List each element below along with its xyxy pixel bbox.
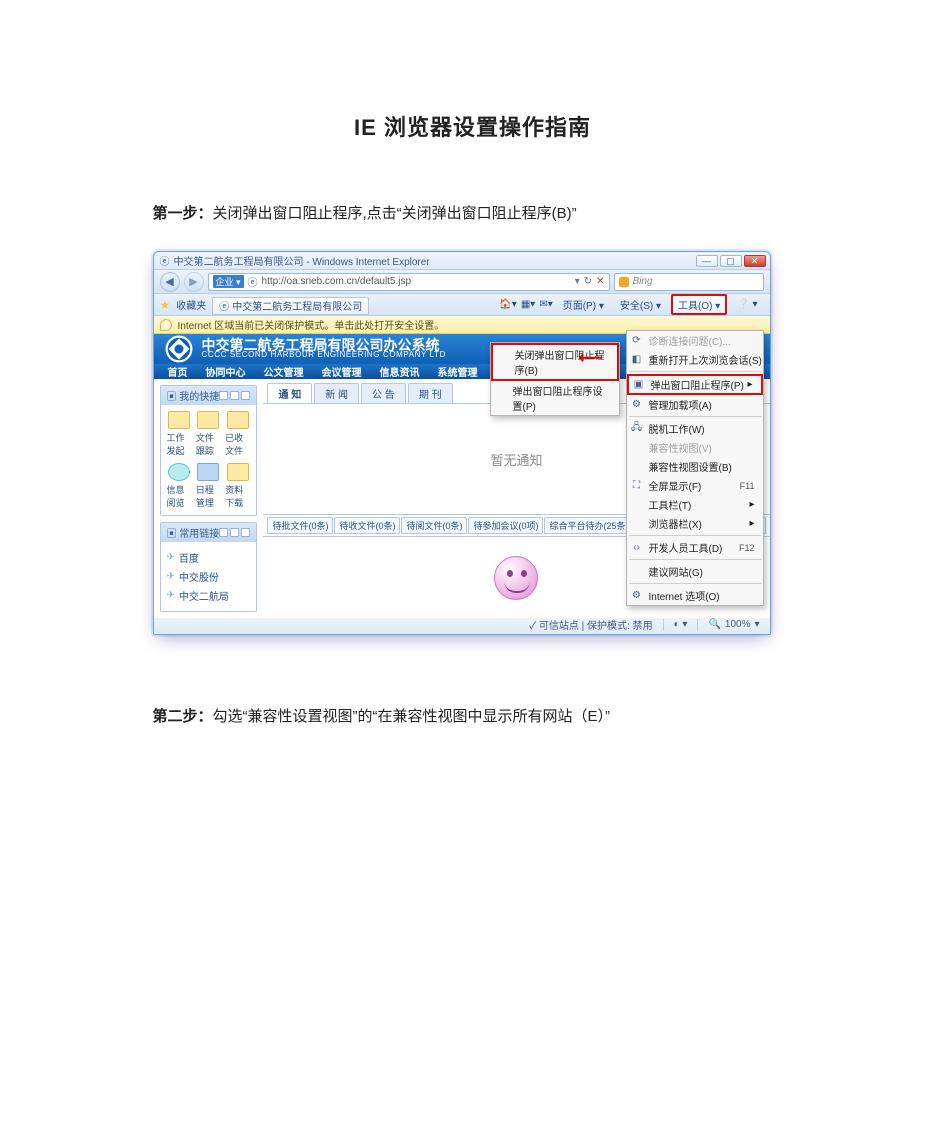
pending-tab[interactable]: 待参加会议(0项) — [468, 517, 543, 534]
status-zoom[interactable]: 🔍 100% ▾ — [708, 619, 759, 630]
site-favicon-icon: ⓔ — [248, 274, 258, 289]
menu-item-reopen-session[interactable]: ◧重新打开上次浏览会话(S) — [627, 350, 763, 369]
page-menu-button[interactable]: 页面(P) ▾ — [557, 295, 610, 314]
search-placeholder: Bing — [633, 276, 653, 287]
mail-icon[interactable]: ✉▾ — [539, 299, 552, 310]
menu-item-dev-tools[interactable]: ‹›开发人员工具(D)F12 — [627, 538, 763, 557]
pending-tab[interactable]: 待阅文件(0条) — [401, 517, 467, 534]
smiley-icon — [494, 556, 538, 600]
address-field[interactable]: 企业 ▾ ⓔ http://oa.sneb.com.cn/default5.js… — [208, 273, 610, 291]
window-close-button[interactable]: ✕ — [744, 255, 766, 267]
nav-item[interactable]: 系统管理 — [438, 364, 478, 379]
menu-item-compat-view[interactable]: 兼容性视图(V) — [627, 438, 763, 457]
tab-label: 中交第二航务工程局有限公司 — [232, 298, 362, 313]
panel-title: ▣ 我的快捷 — [167, 388, 220, 403]
safety-menu-button[interactable]: 安全(S) ▾ — [614, 295, 667, 314]
menu-item-suggested-sites[interactable]: 建议网站(G) — [627, 562, 763, 581]
shield-icon — [160, 319, 172, 331]
notice-tab[interactable]: 公 告 — [361, 383, 406, 403]
feeds-icon[interactable]: ▦▾ — [521, 299, 535, 310]
address-dropdown-icon[interactable]: ▾ — [575, 276, 580, 287]
tools-menu-button[interactable]: 工具(O) ▾ — [671, 294, 727, 315]
menu-item-toolbars[interactable]: 工具栏(T)▸ — [627, 495, 763, 514]
annotation-arrow-icon: ⟵ — [579, 348, 602, 368]
menu-item-compat-view-settings[interactable]: 兼容性视图设置(B) — [627, 457, 763, 476]
notice-tab[interactable]: 新 闻 — [314, 383, 359, 403]
bing-icon — [619, 277, 629, 287]
panel-quicklinks: ▣ 我的快捷 工作发起 文件跟踪 已收文件 信息阅览 日程管理 资料下载 — [160, 385, 258, 516]
nav-forward-button[interactable]: ▶ — [184, 272, 204, 292]
company-logo-icon — [164, 334, 194, 364]
tabs-row: ★ 收藏夹 ⓔ 中交第二航务工程局有限公司 🏠▾ ▦▾ ✉▾ 页面(P) ▾ 安… — [154, 294, 770, 316]
stop-icon[interactable]: ✕ — [596, 276, 604, 287]
browser-tab[interactable]: ⓔ 中交第二航务工程局有限公司 — [212, 297, 369, 315]
zoom-icon: 🔍 — [708, 619, 720, 630]
nav-back-button[interactable]: ◀ — [160, 272, 180, 292]
link-item[interactable]: ✈百度 — [167, 548, 251, 567]
nav-item[interactable]: 信息资讯 — [380, 364, 420, 379]
favorites-star-icon[interactable]: ★ — [160, 298, 171, 312]
address-scheme-badge: 企业 ▾ — [213, 275, 244, 288]
ie-logo-icon: ⓔ — [160, 253, 170, 268]
quicklink[interactable]: 文件跟踪 — [196, 411, 221, 457]
quicklink[interactable]: 资料下载 — [225, 463, 250, 509]
refresh-icon[interactable]: ↻ — [584, 276, 592, 287]
link-item[interactable]: ✈中交股份 — [167, 567, 251, 586]
favorites-label[interactable]: 收藏夹 — [176, 297, 206, 312]
step-1: 第一步：关闭弹出窗口阻止程序,点击“关闭弹出窗口阻止程序(B)” — [153, 202, 793, 223]
notice-tab[interactable]: 期 刊 — [408, 383, 453, 403]
search-box[interactable]: Bing — [614, 273, 764, 291]
nav-item[interactable]: 首页 — [168, 364, 188, 379]
status-trust: ✓ 可信站点 | 保护模式: 禁用 — [529, 617, 652, 632]
step-1-text: 关闭弹出窗口阻止程序,点击“关闭弹出窗口阻止程序(B)” — [213, 205, 577, 222]
window-maximize-button[interactable]: ▢ — [720, 255, 742, 267]
menu-item-fullscreen[interactable]: ⛶全屏显示(F)F11 — [627, 476, 763, 495]
pending-tab[interactable]: 待批文件(0条) — [267, 517, 333, 534]
step-2-lead: 第二步： — [153, 708, 213, 725]
submenu-item-popup-blocker-settings[interactable]: 弹出窗口阻止程序设置(P) — [491, 381, 619, 415]
address-url: http://oa.sneb.com.cn/default5.jsp — [262, 276, 571, 287]
help-menu-button[interactable]: ❔ ▾ — [731, 297, 763, 312]
command-bar: 🏠▾ ▦▾ ✉▾ 页面(P) ▾ 安全(S) ▾ 工具(O) ▾ ❔ ▾ — [499, 294, 763, 315]
panel-title: ▣ 常用链接 — [167, 525, 220, 540]
app-subtitle: CCCC SECOND HARBOUR ENGINEERING COMPANY … — [202, 351, 447, 360]
pending-tab[interactable]: 待收文件(0条) — [334, 517, 400, 534]
nav-item[interactable]: 会议管理 — [322, 364, 362, 379]
panel-links: ▣ 常用链接 ✈百度 ✈中交股份 ✈中交二航局 — [160, 522, 258, 612]
quicklink[interactable]: 已收文件 — [225, 411, 250, 457]
step-1-lead: 第一步： — [153, 205, 213, 222]
home-icon[interactable]: 🏠▾ — [499, 299, 516, 310]
quicklink[interactable]: 信息阅览 — [167, 463, 192, 509]
screenshot-ie: ⓔ 中交第二航务工程局有限公司 - Windows Internet Explo… — [153, 251, 771, 635]
window-title: 中交第二航务工程局有限公司 - Windows Internet Explore… — [174, 253, 430, 268]
step-2-text: 勾选“兼容性设置视图”的“在兼容性视图中显示所有网站（E）” — [213, 708, 611, 725]
notice-tab[interactable]: 通 知 — [267, 383, 312, 403]
status-extra-icon[interactable]: ◐ ▾ — [674, 619, 688, 630]
quicklink[interactable]: 工作发起 — [167, 411, 192, 457]
window-minimize-button[interactable]: — — [696, 255, 718, 267]
info-bar-text: Internet 区域当前已关闭保护模式。单击此处打开安全设置。 — [178, 317, 445, 332]
tab-favicon-icon: ⓔ — [219, 298, 229, 313]
sidebar: ▣ 我的快捷 工作发起 文件跟踪 已收文件 信息阅览 日程管理 资料下载 — [154, 379, 264, 618]
step-2: 第二步：勾选“兼容性设置视图”的“在兼容性视图中显示所有网站（E）” — [153, 705, 793, 726]
panel-controls[interactable] — [219, 391, 250, 400]
tools-dropdown-menu: ⟳诊断连接问题(C)... ◧重新打开上次浏览会话(S) ▣弹出窗口阻止程序(P… — [626, 330, 764, 606]
menu-item-diagnose[interactable]: ⟳诊断连接问题(C)... — [627, 331, 763, 350]
menu-item-work-offline[interactable]: 🖧脱机工作(W) — [627, 419, 763, 438]
doc-title: IE 浏览器设置操作指南 — [153, 110, 793, 142]
menu-item-popup-blocker[interactable]: ▣弹出窗口阻止程序(P)▸ — [627, 374, 763, 395]
address-bar-row: ◀ ▶ 企业 ▾ ⓔ http://oa.sneb.com.cn/default… — [154, 270, 770, 294]
menu-item-manage-addons[interactable]: ⚙管理加载项(A) — [627, 395, 763, 414]
zoom-level: 100% — [725, 619, 751, 630]
nav-item[interactable]: 公文管理 — [264, 364, 304, 379]
panel-controls[interactable] — [219, 528, 250, 537]
menu-item-internet-options[interactable]: ⚙Internet 选项(O) — [627, 586, 763, 605]
link-item[interactable]: ✈中交二航局 — [167, 586, 251, 605]
menu-item-explorer-bars[interactable]: 浏览器栏(X)▸ — [627, 514, 763, 533]
nav-item[interactable]: 协同中心 — [206, 364, 246, 379]
pending-tab[interactable]: 综合平台待办(25条) — [544, 517, 633, 534]
window-titlebar: ⓔ 中交第二航务工程局有限公司 - Windows Internet Explo… — [154, 252, 770, 270]
quicklink[interactable]: 日程管理 — [196, 463, 221, 509]
